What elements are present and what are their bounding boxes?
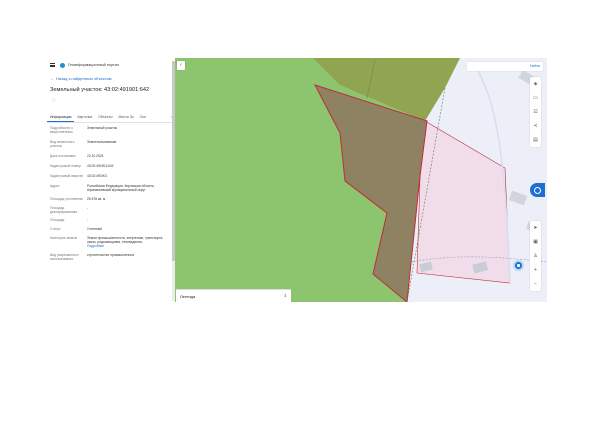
calendar-icon[interactable]: ▭ bbox=[530, 91, 541, 105]
share-icon[interactable]: ≺ bbox=[530, 119, 541, 133]
tabs-bar: Информация Карточка Объекты Места Эк Осн… bbox=[47, 113, 172, 123]
info-row-value: 26 678 кв. м bbox=[87, 197, 106, 201]
info-row-value: 43:02:491901:642 bbox=[87, 164, 114, 168]
info-row-label: Категория земель bbox=[50, 236, 78, 240]
land-parcel[interactable] bbox=[313, 84, 428, 302]
info-row-value: 22.10.2024 bbox=[87, 154, 104, 158]
info-row: Площадь уточненная 26 678 кв. м bbox=[47, 197, 172, 201]
map-toolbar-top: ◈ ▭ ⊡ ≺ ▤ bbox=[530, 77, 541, 147]
zoom-in-icon[interactable]: + bbox=[530, 263, 541, 277]
info-row-label: Адрес bbox=[50, 184, 60, 188]
info-row-value: 43:02:491901 bbox=[87, 174, 108, 178]
search-action[interactable]: Найти bbox=[530, 64, 540, 68]
info-row: Подробности о вещественном Земельный уча… bbox=[47, 126, 172, 134]
identify-button[interactable] bbox=[530, 183, 545, 197]
legend-panel[interactable]: Легенда ⇕ bbox=[176, 289, 291, 302]
info-row: Адрес Российская Федерация, Кировская об… bbox=[47, 184, 172, 192]
info-row-value: Земли промышленности, энергетики, трансп… bbox=[87, 236, 167, 248]
print-icon[interactable]: ▤ bbox=[530, 133, 541, 147]
info-row: Площадь декларированная - bbox=[47, 206, 172, 214]
portal-header: Геоинформационный портал bbox=[50, 61, 119, 69]
info-row: Категория земель Земли промышленности, э… bbox=[47, 236, 172, 248]
tab-places[interactable]: Места Эк bbox=[116, 113, 137, 122]
info-row-label: Кадастровый номер bbox=[50, 164, 81, 168]
info-row: Площадь - bbox=[47, 218, 172, 222]
info-row: Дата постановки 22.10.2024 bbox=[47, 154, 172, 158]
globe-icon bbox=[60, 62, 65, 68]
info-row-value: - bbox=[87, 206, 89, 210]
app-window: Геоинформационный портал ← Назад к найден… bbox=[47, 58, 547, 302]
info-row-label: Вид земельного участка bbox=[50, 140, 75, 148]
collapse-panel-button[interactable]: ‹ bbox=[177, 61, 185, 70]
layers-icon[interactable]: ◈ bbox=[530, 77, 541, 91]
arrow-left-icon: ← bbox=[50, 76, 54, 81]
info-row-label: Площадь декларированная bbox=[50, 206, 78, 214]
measure-icon[interactable]: ⊡ bbox=[530, 105, 541, 119]
info-row: Статус Учтенный bbox=[47, 227, 172, 231]
info-row-value: Земельный участок bbox=[87, 126, 118, 130]
favorite-star-icon[interactable]: ☆ bbox=[51, 98, 56, 104]
person-icon[interactable]: ♙ bbox=[530, 249, 541, 263]
chevron-up-down-icon[interactable]: ⇕ bbox=[284, 293, 287, 298]
info-panel: Геоинформационный портал ← Назад к найден… bbox=[47, 58, 175, 302]
info-row-value: Учтенный bbox=[87, 227, 102, 231]
info-list: Подробности о вещественном Земельный уча… bbox=[47, 126, 172, 261]
info-row: Вид земельного участка Землепользование bbox=[47, 140, 172, 148]
tab-objects[interactable]: Объекты bbox=[95, 113, 115, 122]
tab-info[interactable]: Информация bbox=[47, 113, 75, 122]
page-title: Земельный участок: 43:02:491901:642 bbox=[50, 87, 150, 93]
chevron-left-icon: ‹ bbox=[180, 62, 182, 68]
menu-icon[interactable] bbox=[50, 63, 55, 67]
info-row-value: - bbox=[87, 218, 89, 222]
info-row: Кадастровый номер 43:02:491901:642 bbox=[47, 164, 172, 168]
info-row-label: Статус bbox=[50, 227, 61, 231]
map-search-box[interactable]: Найти bbox=[467, 62, 543, 71]
location-dot-icon bbox=[517, 264, 520, 267]
tab-card[interactable]: Карточка bbox=[74, 113, 95, 122]
info-row-value-text: Земли промышленности, энергетики, трансп… bbox=[87, 236, 164, 244]
target-icon bbox=[534, 186, 541, 194]
info-row-label: Кадастровый квартал bbox=[50, 174, 84, 178]
location-marker[interactable] bbox=[513, 260, 524, 271]
map-toolbar-bottom: ➤ ▣ ♙ + − bbox=[530, 221, 541, 291]
info-row-label: Площадь bbox=[50, 218, 65, 222]
map-view[interactable]: ‹ Найти ◈ ▭ ⊡ ≺ ▤ ➤ ▣ ♙ + − Легенда ⇕ bbox=[175, 58, 547, 302]
back-link-label: Назад к найденным объектам bbox=[56, 76, 112, 81]
info-row-value: строительство промышленных bbox=[87, 253, 135, 257]
zoom-out-icon[interactable]: − bbox=[530, 277, 541, 291]
info-row: Кадастровый квартал 43:02:491901 bbox=[47, 174, 172, 178]
legend-label: Легенда bbox=[180, 294, 196, 299]
info-row: Вид разрешенного использования строитель… bbox=[47, 253, 172, 261]
info-row-value: Землепользование bbox=[87, 140, 117, 144]
video-icon[interactable]: ▣ bbox=[530, 235, 541, 249]
tab-basic[interactable]: Осн bbox=[137, 113, 149, 122]
info-row-label: Подробности о вещественном bbox=[50, 126, 74, 134]
info-row-label: Площадь уточненная bbox=[50, 197, 83, 201]
info-row-label: Дата постановки bbox=[50, 154, 76, 158]
info-row-value: Российская Федерация, Кировская область,… bbox=[87, 184, 155, 192]
portal-title: Геоинформационный портал bbox=[68, 63, 120, 67]
map-canvas bbox=[313, 58, 547, 302]
navigation-icon[interactable]: ➤ bbox=[530, 221, 541, 235]
more-details-link[interactable]: Подробнее bbox=[87, 244, 164, 248]
info-row-label: Вид разрешенного использования bbox=[50, 253, 79, 261]
back-to-results-link[interactable]: ← Назад к найденным объектам bbox=[50, 76, 111, 81]
